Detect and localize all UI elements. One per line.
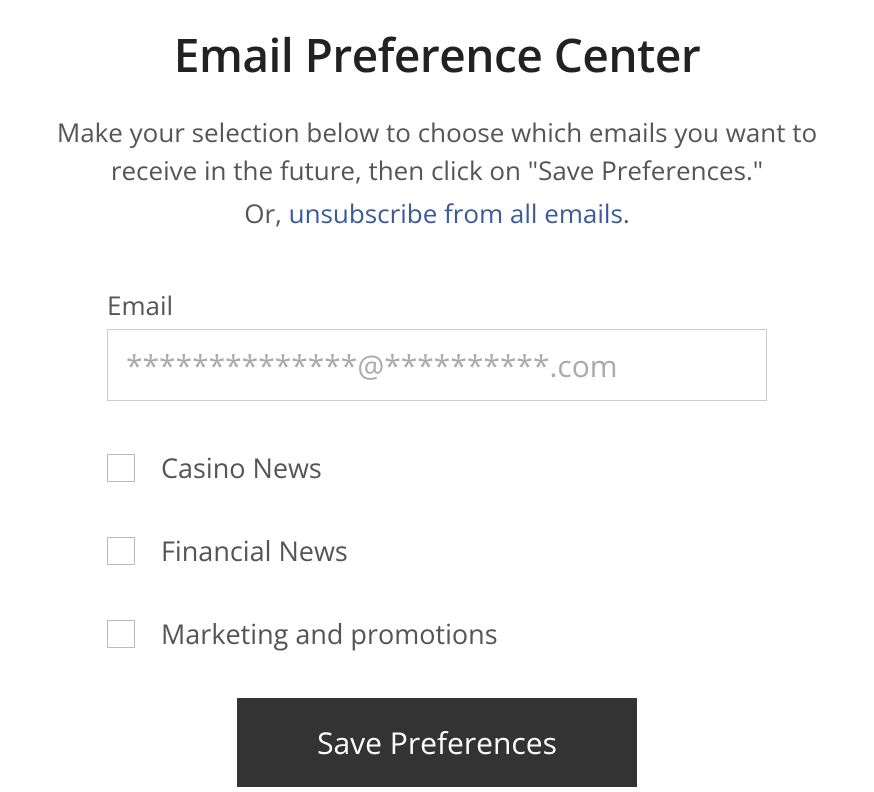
unsubscribe-link[interactable]: unsubscribe from all emails [289,195,623,231]
email-label: Email [107,287,767,323]
save-preferences-button[interactable]: Save Preferences [237,698,637,787]
email-field[interactable] [107,329,767,401]
checkbox-marketing[interactable] [107,620,135,648]
checkbox-label-financial-news[interactable]: Financial News [161,532,348,569]
checkbox-label-casino-news[interactable]: Casino News [161,449,322,486]
preference-center-container: Email Preference Center Make your select… [0,0,874,787]
unsubscribe-line: Or, unsubscribe from all emails. [24,195,850,231]
page-title: Email Preference Center [24,24,850,86]
period: . [623,195,630,231]
checkbox-row-financial-news: Financial News [107,532,767,569]
checkbox-label-marketing[interactable]: Marketing and promotions [161,615,498,652]
form-area: Email Casino News Financial News Marketi… [107,287,767,787]
checkbox-row-marketing: Marketing and promotions [107,615,767,652]
button-wrap: Save Preferences [107,698,767,787]
or-prefix: Or, [244,195,288,231]
checkbox-casino-news[interactable] [107,454,135,482]
checkbox-financial-news[interactable] [107,537,135,565]
description-text: Make your selection below to choose whic… [24,114,850,189]
checkbox-group: Casino News Financial News Marketing and… [107,449,767,652]
checkbox-row-casino-news: Casino News [107,449,767,486]
